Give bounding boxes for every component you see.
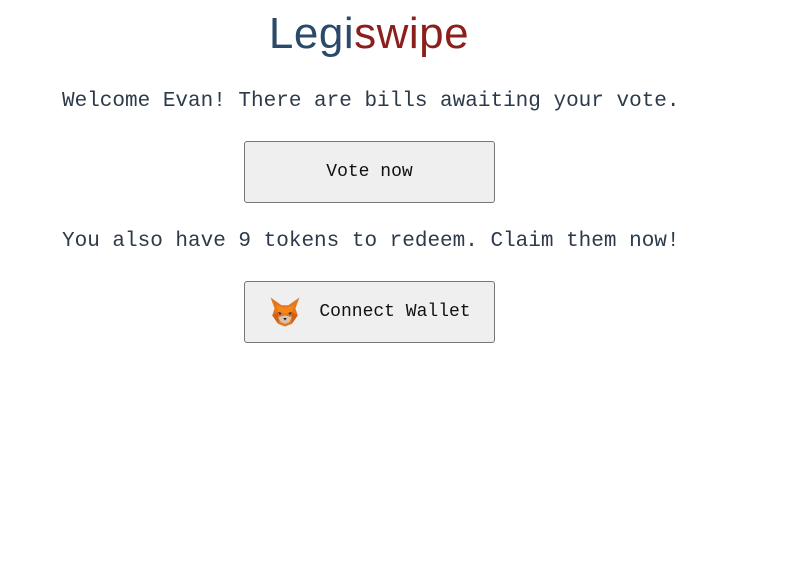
metamask-fox-icon xyxy=(268,295,302,329)
page: Legiswipe Welcome Evan! There are bills … xyxy=(0,0,793,573)
connect-wallet-button[interactable]: Connect Wallet xyxy=(244,281,495,343)
logo-part-legi: Legi xyxy=(268,9,355,58)
logo-part-swipe: swipe xyxy=(354,9,470,58)
connect-wallet-label: Connect Wallet xyxy=(319,302,471,322)
vote-now-button[interactable]: Vote now xyxy=(244,141,495,203)
tokens-message: You also have 9 tokens to redeem. Claim … xyxy=(62,230,680,253)
app-logo: Legiswipe xyxy=(0,8,738,60)
vote-now-label: Vote now xyxy=(326,162,413,182)
welcome-message: Welcome Evan! There are bills awaiting y… xyxy=(62,90,680,113)
